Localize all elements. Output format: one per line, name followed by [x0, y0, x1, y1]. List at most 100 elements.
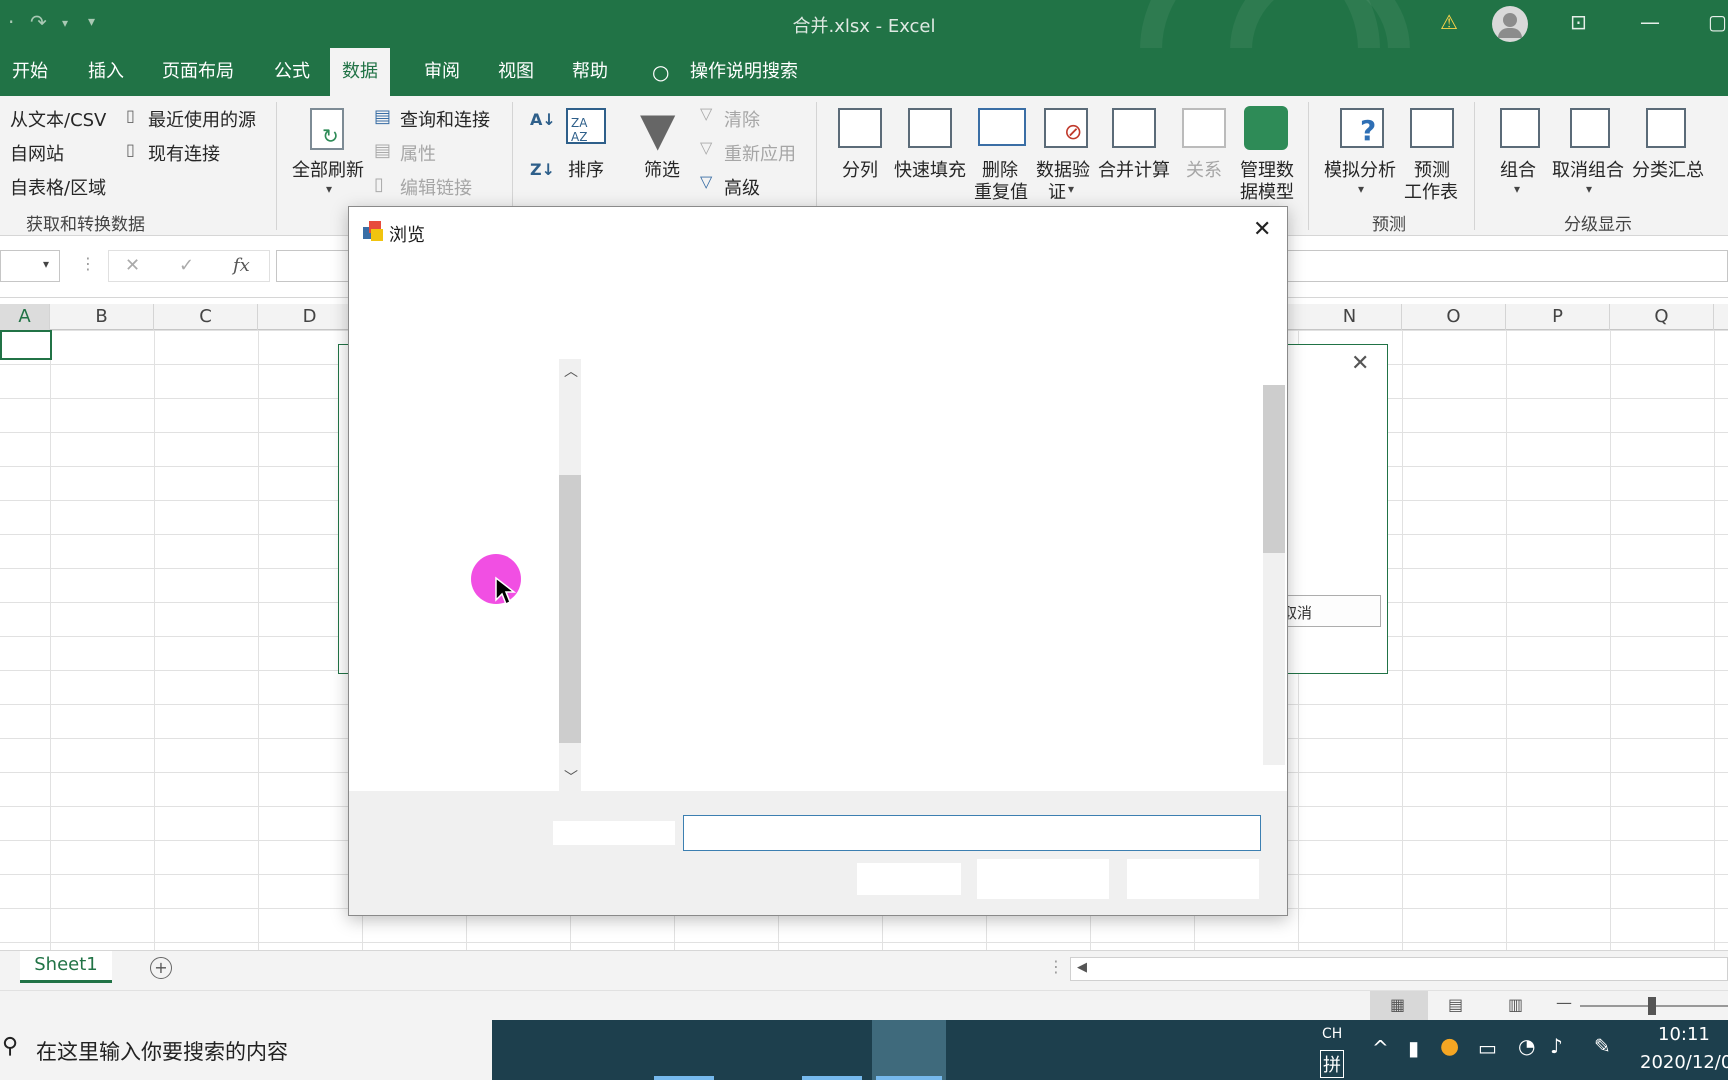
sheet-splitter-icon[interactable]: ⋮	[1048, 957, 1064, 976]
group-dropdown-icon[interactable]: ▾	[1514, 182, 1520, 196]
group-icon	[1500, 108, 1540, 148]
filter-button[interactable]: 筛选	[644, 156, 680, 182]
restore-icon[interactable]: ▢	[1708, 10, 1727, 34]
scroll-left-icon[interactable]: ◀	[1077, 960, 1087, 975]
show-hidden-icons-icon[interactable]: ^	[1372, 1036, 1389, 1060]
dialog-button-3[interactable]	[1127, 859, 1259, 899]
file-name-input[interactable]	[683, 815, 1261, 851]
properties-button[interactable]: 属性	[400, 140, 436, 166]
scroll-up-icon[interactable]: ︿	[564, 361, 578, 381]
file-list-scrollbar[interactable]	[1263, 385, 1285, 765]
column-header-b[interactable]: B	[50, 304, 154, 330]
flash-fill-button[interactable]: 快速填充	[894, 156, 966, 182]
pen-icon[interactable]: ✎	[1594, 1034, 1611, 1058]
name-box[interactable]: ▾	[0, 250, 60, 282]
insert-function-icon[interactable]: fx	[233, 255, 250, 276]
file-name-label-box	[553, 821, 675, 845]
clock-time[interactable]: 10:11	[1658, 1024, 1710, 1045]
sort-button[interactable]: 排序	[568, 156, 604, 182]
column-header-d[interactable]: D	[258, 304, 362, 330]
column-header-c[interactable]: C	[154, 304, 258, 330]
background-dialog-close-icon[interactable]: ✕	[1351, 351, 1369, 376]
page-break-view-icon[interactable]: ▥	[1508, 995, 1523, 1014]
ime-language[interactable]: CH	[1322, 1026, 1342, 1042]
avatar[interactable]	[1492, 6, 1528, 42]
remove-duplicates-label-2[interactable]: 重复值	[974, 178, 1028, 204]
consolidate-button[interactable]: 合并计算	[1098, 156, 1170, 182]
active-cell[interactable]	[0, 330, 52, 360]
column-header-p[interactable]: P	[1506, 304, 1610, 330]
battery-icon[interactable]: ▭	[1478, 1036, 1497, 1060]
tell-me-search[interactable]: 操作说明搜索	[678, 48, 810, 96]
sort-desc-icon[interactable]: Z↓	[530, 160, 555, 179]
warning-icon[interactable]: ⚠	[1440, 10, 1458, 34]
scrollbar-thumb[interactable]	[559, 475, 581, 743]
recent-sources-button[interactable]: 最近使用的源	[148, 106, 256, 132]
from-table-range-button[interactable]: 自表格/区域	[10, 174, 106, 200]
wifi-icon[interactable]: ◔	[1518, 1034, 1535, 1058]
refresh-all-button[interactable]: 全部刷新	[292, 156, 364, 182]
data-validation-label-2[interactable]: 证	[1048, 178, 1066, 204]
file-list-scrollbar-thumb[interactable]	[1263, 385, 1285, 553]
tab-home[interactable]: 开始	[0, 48, 60, 96]
ime-mode[interactable]: 拼	[1320, 1050, 1344, 1078]
clock-date[interactable]: 2020/12/0	[1640, 1052, 1728, 1073]
zoom-slider-thumb[interactable]	[1648, 997, 1656, 1015]
forecast-sheet-label-2[interactable]: 工作表	[1404, 178, 1458, 204]
qq-icon[interactable]: ●	[1440, 1034, 1459, 1059]
validation-dropdown-icon[interactable]: ▾	[1068, 182, 1074, 196]
dialog-button-2[interactable]	[977, 859, 1109, 899]
sheet-tab-sheet1[interactable]: Sheet1	[20, 951, 112, 983]
tab-data[interactable]: 数据	[330, 48, 390, 96]
clear-button[interactable]: 清除	[724, 106, 760, 132]
from-web-button[interactable]: 自网站	[10, 140, 64, 166]
name-box-dropdown-icon[interactable]: ▾	[43, 257, 49, 271]
ungroup-button[interactable]: 取消组合	[1552, 156, 1624, 182]
column-header-q[interactable]: Q	[1610, 304, 1714, 330]
add-sheet-icon[interactable]: +	[150, 957, 172, 979]
taskbar-app-active[interactable]	[872, 1020, 946, 1080]
group-button[interactable]: 组合	[1500, 156, 1536, 182]
zoom-out-icon[interactable]: —	[1556, 993, 1572, 1012]
sort-asc-icon[interactable]: A↓	[530, 110, 556, 129]
enter-formula-icon[interactable]: ✓	[179, 255, 194, 276]
tab-insert[interactable]: 插入	[76, 48, 136, 96]
what-if-dropdown-icon[interactable]: ▾	[1358, 182, 1364, 196]
volume-icon[interactable]: ♪	[1550, 1034, 1563, 1058]
advanced-button[interactable]: 高级	[724, 174, 760, 200]
ribbon-display-icon[interactable]: ⊡	[1570, 10, 1587, 34]
column-header-a[interactable]: A	[0, 304, 50, 330]
subtotal-button[interactable]: 分类汇总	[1632, 156, 1704, 182]
tab-formulas[interactable]: 公式	[262, 48, 322, 96]
tab-review[interactable]: 审阅	[412, 48, 472, 96]
reapply-button[interactable]: 重新应用	[724, 140, 796, 166]
browse-dialog-close-icon[interactable]: ✕	[1253, 217, 1271, 242]
ungroup-dropdown-icon[interactable]: ▾	[1586, 182, 1592, 196]
manage-data-model-label-2[interactable]: 据模型	[1240, 178, 1294, 204]
folder-tree-scrollbar[interactable]: ︿ ﹀	[559, 359, 581, 791]
normal-view-button[interactable]: ▦	[1370, 991, 1428, 1021]
taskbar-search-box[interactable]: ⚲ 在这里输入你要搜索的内容	[0, 1020, 492, 1080]
refresh-dropdown-icon[interactable]: ▾	[326, 182, 332, 196]
dialog-button-1[interactable]	[857, 863, 961, 895]
column-header-o[interactable]: O	[1402, 304, 1506, 330]
tab-view[interactable]: 视图	[486, 48, 546, 96]
microphone-icon[interactable]: ▮	[1408, 1036, 1419, 1060]
relationships-button[interactable]: 关系	[1186, 156, 1222, 182]
tab-help[interactable]: 帮助	[560, 48, 620, 96]
formula-options-icon[interactable]: ⋮	[80, 254, 96, 273]
minimize-icon[interactable]: —	[1640, 10, 1660, 34]
what-if-analysis-button[interactable]: 模拟分析	[1324, 156, 1396, 182]
column-header-n[interactable]: N	[1298, 304, 1402, 330]
from-text-csv-button[interactable]: 从文本/CSV	[10, 106, 106, 132]
text-to-columns-button[interactable]: 分列	[842, 156, 878, 182]
queries-connections-button[interactable]: 查询和连接	[400, 106, 490, 132]
page-layout-view-icon[interactable]: ▤	[1448, 995, 1463, 1014]
existing-connections-button[interactable]: 现有连接	[148, 140, 220, 166]
cancel-formula-icon[interactable]: ✕	[125, 255, 140, 276]
scroll-down-icon[interactable]: ﹀	[564, 767, 578, 787]
edit-links-button[interactable]: 编辑链接	[400, 174, 472, 200]
taskbar-app-indicator	[876, 1076, 942, 1080]
tab-page-layout[interactable]: 页面布局	[150, 48, 246, 96]
horizontal-scrollbar[interactable]: ◀	[1070, 957, 1728, 981]
